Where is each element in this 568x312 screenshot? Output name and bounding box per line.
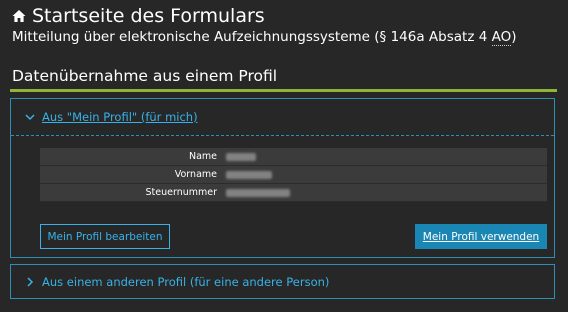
row-value-steuernummer — [226, 183, 547, 202]
redacted-value — [226, 170, 272, 179]
subtitle-closing: ) — [511, 29, 517, 45]
use-profile-button[interactable]: Mein Profil verwenden — [415, 224, 547, 249]
redacted-value — [226, 152, 256, 161]
home-icon — [12, 10, 26, 22]
page-title-row: Startseite des Formulars — [12, 5, 265, 27]
section-divider — [10, 89, 557, 92]
table-row: Steuernummer — [40, 183, 547, 202]
section-heading: Datenübernahme aus einem Profil — [12, 67, 278, 85]
row-value-name — [226, 148, 547, 166]
page-title: Startseite des Formulars — [32, 5, 265, 27]
table-row: Name — [40, 148, 547, 166]
row-label-name: Name — [40, 148, 226, 166]
panel-my-profile: Aus "Mein Profil" (für mich) Name Vornam… — [10, 98, 555, 258]
row-label-vorname: Vorname — [40, 165, 226, 184]
row-label-steuernummer: Steuernummer — [40, 183, 226, 202]
panel-other-profile-toggle[interactable]: Aus einem anderen Profil (für eine ander… — [11, 265, 554, 298]
panel-my-profile-toggle[interactable]: Aus "Mein Profil" (für mich) — [11, 99, 554, 136]
table-row: Vorname — [40, 165, 547, 184]
panel-other-profile: Aus einem anderen Profil (für eine ander… — [10, 264, 555, 299]
edit-profile-button[interactable]: Mein Profil bearbeiten — [40, 224, 170, 249]
form-start-page: Startseite des Formulars Mitteilung über… — [0, 0, 568, 312]
panel-my-profile-title[interactable]: Aus "Mein Profil" (für mich) — [42, 110, 198, 124]
profile-info-table: Name Vorname Steuernummer — [40, 148, 547, 202]
redacted-value — [226, 188, 290, 197]
chevron-right-icon — [27, 276, 34, 287]
subtitle-text: Mitteilung über elektronische Aufzeichnu… — [12, 29, 492, 45]
panel-other-profile-title[interactable]: Aus einem anderen Profil (für eine ander… — [42, 275, 329, 289]
row-value-vorname — [226, 165, 547, 184]
abbreviation-ao: AO — [491, 29, 512, 46]
page-subtitle: Mitteilung über elektronische Aufzeichnu… — [12, 28, 517, 46]
chevron-down-icon — [25, 114, 35, 121]
